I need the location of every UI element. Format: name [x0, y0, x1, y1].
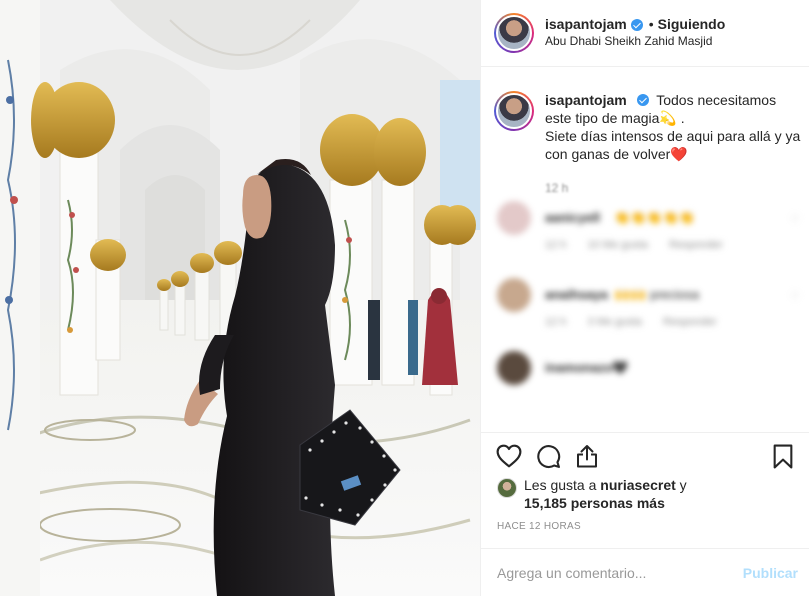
share-icon [577, 444, 597, 467]
comment-avatar[interactable] [497, 278, 531, 312]
mosque-photo-illustration [0, 0, 480, 596]
add-comment-bar: Publicar [481, 548, 809, 596]
caption-avatar[interactable] [494, 91, 534, 131]
bookmark-icon [773, 444, 793, 468]
likes-conj: y [679, 477, 687, 493]
save-button[interactable] [769, 442, 797, 470]
liker-username[interactable]: nuriasecret [600, 477, 675, 493]
post-actions: Les gusta a nuriasecret y 15,185 persona… [481, 432, 809, 591]
comment-likes[interactable]: 10 Me gusta [587, 239, 648, 251]
post-caption: isapantojam Todos necesitamos este tipo … [494, 91, 804, 163]
following-button[interactable]: Siguiendo [658, 16, 726, 33]
comment-input[interactable] [497, 565, 743, 581]
post-header: isapantojam • Siguiendo Abu Dhabi Sheikh… [481, 0, 809, 67]
comment-text: 🙌🙌 preciosa [614, 287, 700, 302]
caption-time[interactable]: 12 h [545, 181, 568, 195]
comments-list[interactable]: isapantojam Todos necesitamos este tipo … [481, 68, 809, 432]
comment-username[interactable]: inamonazo [545, 360, 613, 375]
reply-button[interactable]: Responder [669, 239, 723, 251]
separator-dot: • [648, 16, 654, 32]
comment-text: 👏👏👏👏👏 [614, 210, 695, 225]
reply-button[interactable]: Responder [663, 316, 717, 328]
caption-username[interactable]: isapantojam [545, 92, 627, 108]
share-button[interactable] [573, 442, 601, 470]
comment-likes[interactable]: 3 Me gusta [587, 316, 641, 328]
verified-badge-icon [630, 18, 643, 31]
liker-avatar[interactable] [497, 478, 517, 498]
comment-avatar[interactable] [497, 201, 531, 235]
comment-username[interactable]: aanicyell [545, 210, 600, 225]
location-link[interactable]: Abu Dhabi Sheikh Zahid Masjid [545, 33, 725, 50]
post-photo[interactable] [0, 0, 480, 596]
comment-heart-icon[interactable]: ♡ [790, 213, 800, 226]
likes-prefix: Les gusta a [524, 477, 597, 493]
likes-summary: Les gusta a nuriasecret y 15,185 persona… [497, 476, 687, 512]
author-username[interactable]: isapantojam [545, 16, 627, 33]
caption-line-2: Siete días intensos de aqui para allá y … [545, 128, 801, 162]
comment-icon [536, 444, 560, 468]
comment-heart-icon[interactable]: ♡ [790, 290, 800, 303]
verified-badge-icon [636, 94, 649, 106]
avatar[interactable] [494, 13, 534, 53]
comment-avatar[interactable] [497, 351, 531, 385]
comment-text: 🖤 [612, 360, 629, 375]
publish-button[interactable]: Publicar [743, 565, 798, 581]
likes-count[interactable]: 15,185 personas más [524, 495, 665, 511]
comment-time[interactable]: 12 h [545, 316, 566, 328]
heart-icon [496, 444, 522, 468]
post-side-panel: isapantojam • Siguiendo Abu Dhabi Sheikh… [480, 0, 809, 596]
instagram-post: isapantojam • Siguiendo Abu Dhabi Sheikh… [0, 0, 809, 596]
comment-time[interactable]: 12 h [545, 239, 566, 251]
like-button[interactable] [495, 442, 523, 470]
comment-username[interactable]: anaihsaya [545, 287, 608, 302]
comment-button[interactable] [534, 442, 562, 470]
post-timestamp[interactable]: HACE 12 HORAS [497, 521, 581, 532]
